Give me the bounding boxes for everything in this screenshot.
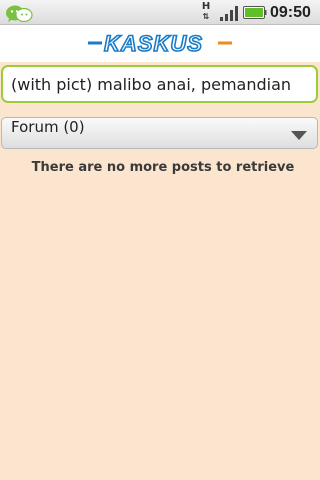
signal-icon: [220, 6, 238, 21]
forum-filter-label: Forum (0): [11, 118, 85, 136]
status-bar: H ⇅ 09:50: [0, 0, 320, 25]
search-field[interactable]: [1, 65, 318, 103]
empty-results-message: There are no more posts to retrieve: [31, 160, 295, 175]
kaskus-logo[interactable]: KASKUS: [88, 30, 232, 56]
battery-icon: [243, 6, 267, 19]
chat-icon[interactable]: [5, 4, 33, 22]
status-clock: 09:50: [270, 4, 311, 21]
network-type-indicator: H ⇅: [201, 1, 211, 22]
forum-filter-dropdown[interactable]: Forum (0): [1, 117, 318, 149]
svg-text:KASKUS: KASKUS: [104, 31, 203, 56]
chevron-down-icon: [291, 131, 307, 140]
app-header: KASKUS: [0, 25, 320, 62]
search-input[interactable]: [3, 67, 316, 101]
